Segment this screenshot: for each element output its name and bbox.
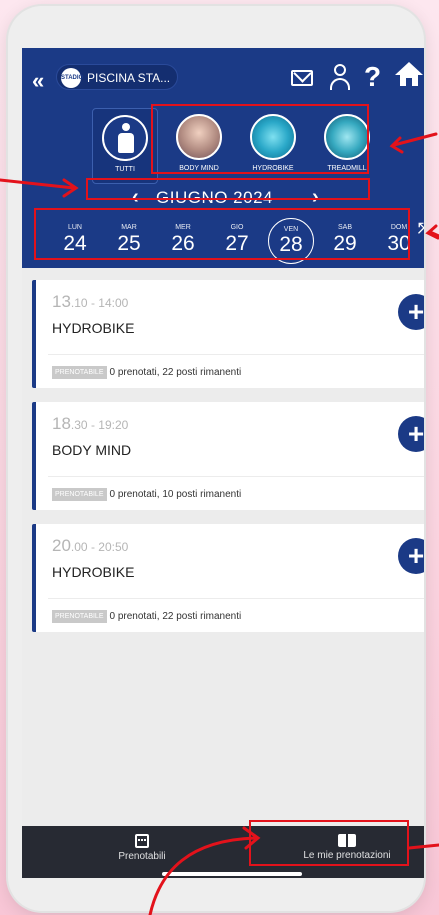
home-indicator <box>162 872 302 876</box>
add-booking-button[interactable]: + <box>398 416 424 452</box>
venue-name: PISCINA STA... <box>87 71 171 85</box>
back-icon[interactable]: « <box>32 68 44 94</box>
class-card[interactable]: 18.30 - 19:20 BODY MIND + PRENOTABILE 0 p… <box>32 402 424 510</box>
category-label: TUTTI <box>115 166 135 173</box>
annotation-box-days <box>34 208 410 260</box>
class-card[interactable]: 20.00 - 20:50 HYDROBIKE + PRENOTABILE 0 p… <box>32 524 424 632</box>
top-bar: « STADIO PISCINA STA... ? <box>22 56 424 104</box>
class-title: HYDROBIKE <box>52 564 135 580</box>
annotation-box-bookings-tab <box>249 820 409 866</box>
tab-label: Prenotabili <box>118 851 166 862</box>
class-time: 13.10 - 14:00 <box>52 292 129 311</box>
mail-icon[interactable] <box>291 70 313 86</box>
class-time: 18.30 - 19:20 <box>52 414 129 433</box>
divider <box>48 476 424 477</box>
annotation-box-categories <box>151 104 369 174</box>
annotation-box-month <box>86 178 370 200</box>
status-badge: PRENOTABILE <box>52 366 107 379</box>
add-booking-button[interactable]: + <box>398 294 424 330</box>
class-card[interactable]: 13.10 - 14:00 HYDROBIKE + PRENOTABILE 0 p… <box>32 280 424 388</box>
annotation-arrow-days <box>428 230 439 238</box>
class-title: HYDROBIKE <box>52 320 135 336</box>
help-icon[interactable]: ? <box>364 61 381 93</box>
venue-logo: STADIO <box>61 68 83 88</box>
calendar-icon <box>135 834 149 848</box>
user-icon[interactable] <box>329 64 351 90</box>
class-status: PRENOTABILE 0 prenotati, 22 posti rimanen… <box>52 610 241 623</box>
class-time: 20.00 - 20:50 <box>52 536 129 555</box>
status-badge: PRENOTABILE <box>52 488 107 501</box>
class-status: PRENOTABILE 0 prenotati, 10 posti rimanen… <box>52 488 241 501</box>
divider <box>48 354 424 355</box>
divider <box>48 598 424 599</box>
person-icon <box>102 115 148 161</box>
add-booking-button[interactable]: + <box>398 538 424 574</box>
status-badge: PRENOTABILE <box>52 610 107 623</box>
venue-selector[interactable]: STADIO PISCINA STA... <box>56 64 178 90</box>
class-title: BODY MIND <box>52 442 132 458</box>
category-tutti[interactable]: TUTTI <box>92 108 158 184</box>
annotation-arrowhead <box>425 224 439 240</box>
class-status: PRENOTABILE 0 prenotati, 22 posti rimanen… <box>52 366 241 379</box>
tab-prenotabili[interactable]: Prenotabili <box>92 826 192 878</box>
home-icon[interactable] <box>394 62 424 88</box>
